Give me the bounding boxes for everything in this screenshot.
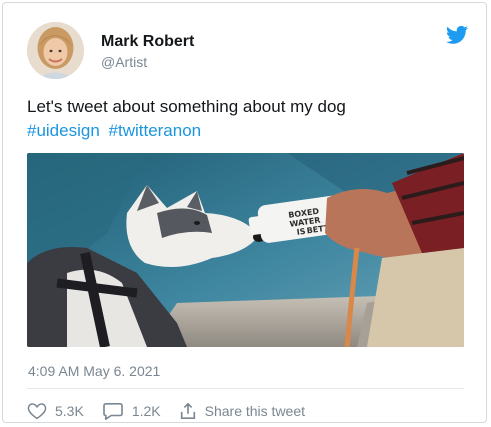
- tweet-photo[interactable]: BOXED WATER IS BETTER.: [27, 153, 464, 347]
- avatar[interactable]: [27, 22, 84, 79]
- twitter-bird-icon[interactable]: [446, 25, 468, 45]
- hashtags: #uidesign #twitteranon: [27, 119, 205, 143]
- share-label: Share this tweet: [204, 403, 306, 419]
- reply-count: 1.2K: [131, 403, 161, 419]
- hashtag-link[interactable]: #uidesign: [27, 121, 100, 140]
- action-bar: 5.3K 1.2K Share this tweet: [27, 401, 323, 421]
- tweet-text: Let's tweet about something about my dog: [27, 97, 346, 116]
- divider: [27, 388, 464, 389]
- speech-bubble-icon: [103, 402, 123, 420]
- tweet-card: Mark Robert @Artist Let's tweet about so…: [2, 2, 487, 423]
- like-count: 5.3K: [55, 403, 84, 419]
- author-name[interactable]: Mark Robert: [101, 33, 194, 51]
- share-button[interactable]: Share this tweet: [179, 402, 305, 420]
- like-button[interactable]: 5.3K: [27, 402, 84, 420]
- avatar-photo: [27, 22, 84, 79]
- bottle-label-line: IS: [296, 227, 306, 237]
- hashtag-link[interactable]: #twitteranon: [109, 121, 202, 140]
- timestamp[interactable]: 4:09 AM May 6. 2021: [28, 363, 160, 379]
- share-icon: [180, 402, 195, 420]
- dog-drinking-photo: BOXED WATER IS BETTER.: [27, 153, 464, 347]
- author-handle[interactable]: @Artist: [101, 54, 147, 70]
- reply-button[interactable]: 1.2K: [102, 402, 161, 420]
- heart-icon: [27, 403, 47, 420]
